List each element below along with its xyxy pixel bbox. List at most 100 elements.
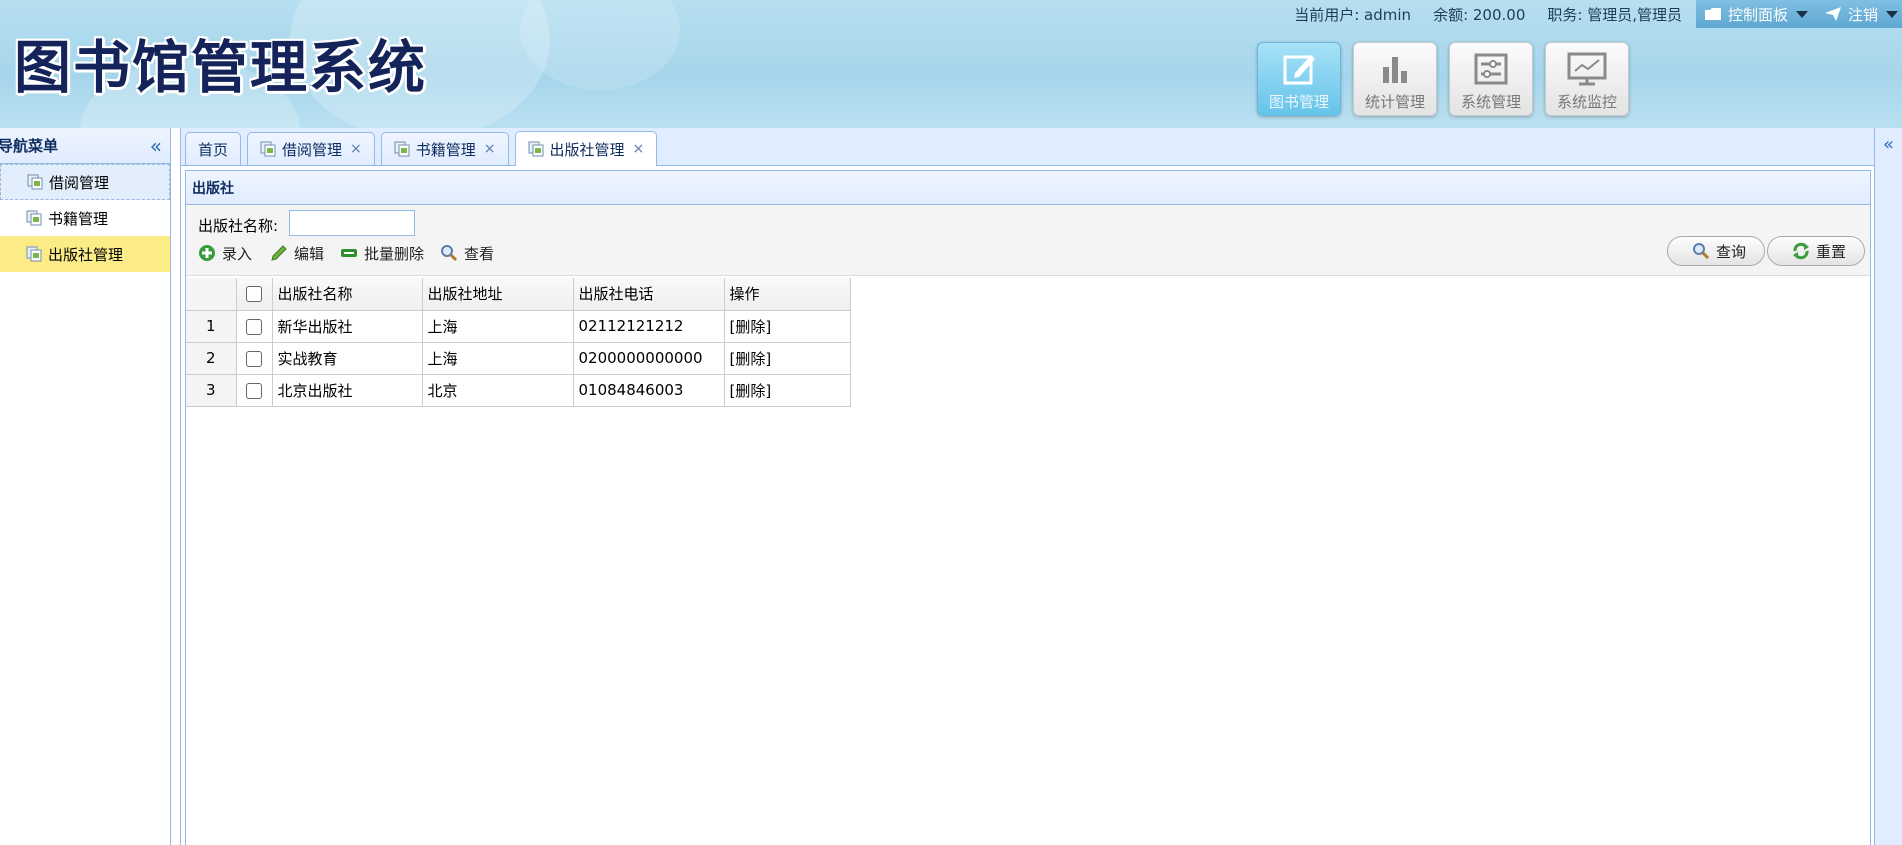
search-icon [441, 245, 458, 262]
select-all-checkbox[interactable] [246, 286, 262, 303]
search-label: 出版社名称: [198, 217, 279, 235]
module-label: 统计管理 [1364, 93, 1425, 111]
delete-link[interactable]: [删除] [724, 310, 851, 343]
right-collapsed-panel: « [1874, 128, 1902, 845]
system-title-logo: 图书馆管理系统 [14, 35, 427, 101]
reset-button[interactable]: 重置 [1767, 236, 1866, 266]
app-header: 图书馆管理系统 当前用户: admin 余额: 200.00 职务: 管理员,管… [0, 0, 1902, 128]
balance-label: 余额: 200.00 [1433, 5, 1526, 24]
document-icon [26, 210, 42, 226]
tab-publisher-management[interactable]: 出版社管理 × [514, 131, 658, 166]
document-icon [528, 141, 544, 157]
publisher-name-cell: 实战教育 [272, 342, 423, 375]
batch-delete-button[interactable]: 批量删除 [340, 241, 424, 265]
edit-label: 编辑 [294, 244, 325, 263]
edit-button[interactable]: 编辑 [270, 241, 324, 265]
table-header-row: 出版社名称 出版社地址 出版社电话 操作 [186, 278, 851, 311]
search-toolbar: 出版社名称: 录入 编辑 批量删除 查看 查询 重置 [186, 205, 1870, 276]
close-icon[interactable]: × [633, 141, 645, 157]
publisher-phone-cell: 01084846003 [573, 374, 725, 407]
expand-left-icon[interactable]: « [1875, 134, 1902, 155]
table-row[interactable]: 2 实战教育 上海 0200000000000 [删除] [186, 342, 851, 375]
chevron-down-icon [1795, 10, 1808, 18]
sidebar-item-label: 书籍管理 [48, 209, 109, 228]
tab-label: 借阅管理 [282, 140, 343, 159]
row-checkbox-cell [236, 374, 273, 407]
pencil-icon [271, 245, 287, 261]
delete-link[interactable]: [删除] [724, 342, 851, 375]
control-panel-menu[interactable]: 控制面板 [1695, 0, 1816, 28]
minus-icon [341, 249, 357, 257]
view-label: 查看 [464, 244, 495, 263]
document-icon [26, 246, 42, 262]
tab-home[interactable]: 首页 [185, 132, 242, 165]
role-label: 职务: 管理员,管理员 [1547, 5, 1682, 24]
sidebar-item-borrow-management[interactable]: 借阅管理 [0, 164, 170, 200]
panel-title: 出版社 [186, 171, 1870, 205]
control-panel-label: 控制面板 [1727, 5, 1788, 24]
bar-chart-icon [1383, 57, 1407, 83]
tab-bar: 首页 借阅管理 × 书籍管理 × 出版社管理 × [181, 128, 1874, 166]
refresh-icon [1793, 242, 1809, 260]
tab-book-management[interactable]: 书籍管理 × [380, 132, 509, 165]
delete-link[interactable]: [删除] [724, 374, 851, 407]
sidebar-item-book-management[interactable]: 书籍管理 [0, 200, 170, 236]
publisher-phone-cell: 02112121212 [573, 310, 725, 343]
sidebar-item-label: 借阅管理 [49, 173, 110, 192]
row-number: 3 [186, 374, 237, 407]
sidebar-title: 导航菜单 [0, 137, 59, 155]
add-button[interactable]: 录入 [198, 241, 252, 265]
row-checkbox[interactable] [246, 382, 262, 399]
batch-delete-label: 批量删除 [364, 244, 425, 263]
user-info-bar: 当前用户: admin 余额: 200.00 职务: 管理员,管理员 控制面板 … [1262, 0, 1902, 28]
row-checkbox-cell [236, 310, 273, 343]
monitor-icon [1567, 52, 1607, 86]
sidebar-header: 导航菜单 « [0, 128, 170, 164]
publisher-address-cell: 北京 [422, 374, 574, 407]
navigation-sidebar: 导航菜单 « 借阅管理 书籍管理 出版社管理 [0, 128, 171, 845]
column-header-name[interactable]: 出版社名称 [272, 278, 423, 311]
publisher-address-cell: 上海 [422, 342, 574, 375]
document-icon [394, 141, 410, 157]
query-label: 查询 [1716, 242, 1747, 261]
column-header-address[interactable]: 出版社地址 [422, 278, 574, 311]
logout-label: 注销 [1847, 5, 1878, 24]
view-button[interactable]: 查看 [440, 241, 494, 265]
plus-icon [199, 245, 215, 261]
module-label: 图书管理 [1268, 93, 1329, 111]
tab-label: 出版社管理 [549, 140, 625, 159]
chevron-down-icon [1886, 10, 1898, 18]
tab-label: 首页 [198, 140, 229, 159]
publisher-address-cell: 上海 [422, 310, 574, 343]
document-icon [260, 141, 276, 157]
query-button[interactable]: 查询 [1667, 236, 1766, 266]
tab-borrow-management[interactable]: 借阅管理 × [247, 132, 375, 165]
send-icon [1824, 7, 1841, 21]
module-label: 系统管理 [1460, 93, 1521, 111]
folder-icon [1704, 8, 1721, 20]
column-header-phone[interactable]: 出版社电话 [573, 278, 725, 311]
module-system-monitor[interactable]: 系统监控 [1545, 42, 1629, 116]
row-checkbox[interactable] [246, 318, 262, 335]
publisher-phone-cell: 0200000000000 [573, 342, 725, 375]
module-label: 系统监控 [1556, 93, 1617, 111]
table-row[interactable]: 3 北京出版社 北京 01084846003 [删除] [186, 374, 851, 407]
collapse-left-icon[interactable]: « [150, 134, 162, 158]
module-system-management[interactable]: 系统管理 [1449, 42, 1533, 116]
settings-sliders-icon [1474, 53, 1508, 85]
module-statistics[interactable]: 统计管理 [1353, 42, 1437, 116]
column-header-action[interactable]: 操作 [724, 278, 851, 311]
sidebar-item-publisher-management[interactable]: 出版社管理 [0, 236, 170, 272]
logout-menu[interactable]: 注销 [1815, 0, 1902, 28]
table-row[interactable]: 1 新华出版社 上海 02112121212 [删除] [186, 310, 851, 343]
module-book-management[interactable]: 图书管理 [1257, 42, 1341, 116]
main-content: 首页 借阅管理 × 书籍管理 × 出版社管理 × 出版社 出版社名称: 录入 编… [180, 128, 1874, 845]
row-number-header [186, 278, 237, 311]
close-icon[interactable]: × [484, 141, 496, 157]
search-icon [1693, 243, 1710, 260]
publisher-panel: 出版社 出版社名称: 录入 编辑 批量删除 查看 查询 重置 出版社名称 出版社… [185, 170, 1871, 845]
row-checkbox[interactable] [246, 350, 262, 367]
close-icon[interactable]: × [350, 141, 362, 157]
publisher-name-search-input[interactable] [289, 210, 415, 236]
document-icon [27, 174, 43, 190]
